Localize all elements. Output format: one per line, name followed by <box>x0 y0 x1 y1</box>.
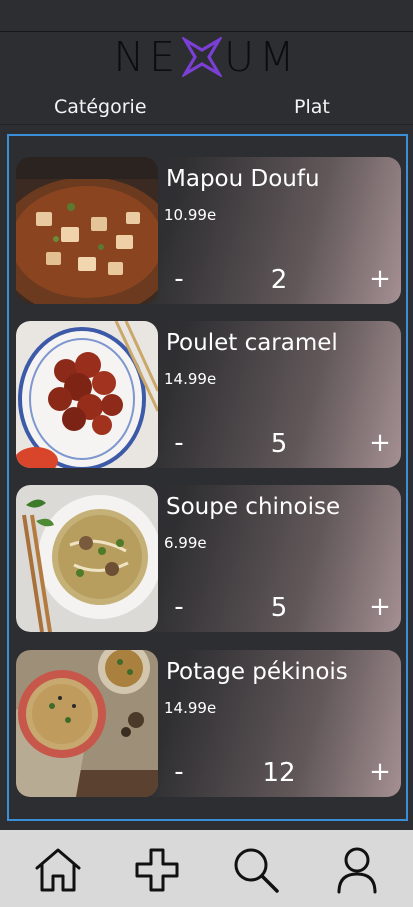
profile-icon <box>337 847 377 894</box>
quantity-value: 5 <box>270 593 288 623</box>
increase-button[interactable]: + <box>368 758 392 786</box>
search-icon <box>234 848 279 893</box>
dish-card[interactable]: Poulet caramel 14.99e - 5 + <box>16 321 401 468</box>
nav-search-button[interactable] <box>231 846 281 894</box>
dish-price: 10.99e <box>164 206 217 224</box>
top-divider <box>0 31 413 32</box>
nav-profile-button[interactable] <box>332 846 382 894</box>
decrease-button[interactable]: - <box>168 758 190 786</box>
dish-list: Mapou Doufu 10.99e - 2 + Poulet caramel … <box>7 134 408 821</box>
home-icon <box>35 848 81 892</box>
quantity-value: 2 <box>270 265 288 295</box>
dish-price: 14.99e <box>164 699 217 717</box>
dish-image <box>16 157 158 304</box>
dish-image <box>16 321 158 468</box>
tab-plat[interactable]: Plat <box>294 96 330 118</box>
dish-image <box>16 485 158 632</box>
header-divider <box>0 124 413 125</box>
dish-card[interactable]: Mapou Doufu 10.99e - 2 + <box>16 157 401 304</box>
dish-image <box>16 650 158 797</box>
dish-card[interactable]: Potage pékinois 14.99e - 12 + <box>16 650 401 797</box>
dish-name: Poulet caramel <box>166 330 338 356</box>
dish-name: Soupe chinoise <box>166 494 341 520</box>
quantity-value: 5 <box>270 429 288 459</box>
increase-button[interactable]: + <box>368 265 392 293</box>
decrease-button[interactable]: - <box>168 429 190 457</box>
dish-price: 14.99e <box>164 370 217 388</box>
increase-button[interactable]: + <box>368 593 392 621</box>
dish-price: 6.99e <box>164 534 207 552</box>
add-icon <box>135 848 179 892</box>
decrease-button[interactable]: - <box>168 265 190 293</box>
dish-card[interactable]: Soupe chinoise 6.99e - 5 + <box>16 485 401 632</box>
tab-categorie[interactable]: Catégorie <box>54 96 147 118</box>
logo-x-icon <box>182 37 223 77</box>
decrease-button[interactable]: - <box>168 593 190 621</box>
dish-name: Potage pékinois <box>166 659 348 685</box>
bottom-navbar <box>0 830 413 907</box>
increase-button[interactable]: + <box>368 429 392 457</box>
quantity-value: 12 <box>262 758 296 788</box>
dish-name: Mapou Doufu <box>166 166 320 192</box>
nav-add-button[interactable] <box>132 846 182 894</box>
nav-home-button[interactable] <box>33 846 83 894</box>
app-logo: NE UM <box>113 33 300 81</box>
